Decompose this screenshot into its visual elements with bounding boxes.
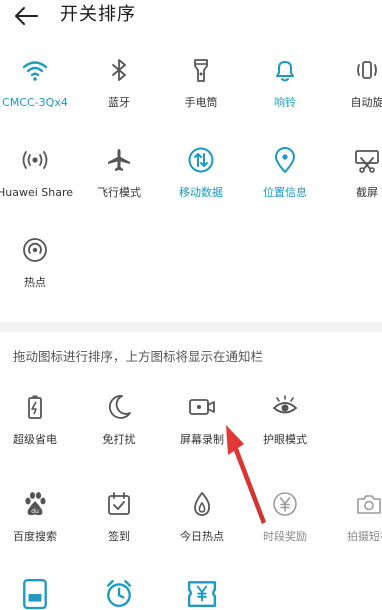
bell-icon bbox=[276, 61, 294, 82]
tile-auto-rotate[interactable]: 自动旋 bbox=[327, 56, 382, 110]
camera-icon bbox=[357, 495, 381, 514]
tile-partial-1[interactable] bbox=[0, 578, 75, 610]
tile-ring[interactable]: 响铃 bbox=[245, 56, 325, 110]
tile-label: 时段奖励 bbox=[263, 530, 307, 543]
screen-record-icon bbox=[189, 399, 215, 415]
tile-label: CMCC-3Qx4 bbox=[2, 96, 68, 109]
tile-label: 截屏 bbox=[356, 186, 378, 199]
auto-rotate-icon bbox=[357, 61, 377, 79]
tile-partial-3[interactable] bbox=[162, 578, 242, 608]
flame-icon bbox=[194, 492, 211, 516]
tile-label: 自动旋 bbox=[350, 96, 382, 109]
tile-label: 签到 bbox=[108, 530, 130, 543]
tile-label: 响铃 bbox=[274, 96, 296, 109]
tile-label: Huawei Share bbox=[0, 186, 74, 199]
tile-wifi[interactable]: CMCC-3Qx4 bbox=[0, 56, 75, 110]
tile-short-video[interactable]: 拍摄短视 bbox=[329, 490, 382, 544]
tile-location[interactable]: 位置信息 bbox=[245, 146, 325, 200]
tile-label: 免打扰 bbox=[102, 433, 136, 446]
tile-label: 拍摄短视 bbox=[347, 530, 382, 543]
tile-huawei-share[interactable]: Huawei Share bbox=[0, 146, 75, 200]
hotspot-icon bbox=[23, 238, 47, 262]
phone-card-icon bbox=[23, 578, 47, 610]
bluetooth-icon bbox=[112, 59, 126, 81]
tile-baidu-search[interactable]: du 百度搜索 bbox=[0, 490, 75, 544]
tile-label: 移动数据 bbox=[179, 186, 223, 199]
section-divider bbox=[0, 322, 382, 332]
tile-label: 屏幕录制 bbox=[180, 433, 224, 446]
eye-icon bbox=[272, 395, 298, 414]
tile-screen-record[interactable]: 屏幕录制 bbox=[162, 393, 242, 447]
tile-airplane[interactable]: 飞行模式 bbox=[79, 146, 159, 200]
baidu-paw-icon: du bbox=[25, 492, 46, 516]
tile-label: 飞行模式 bbox=[97, 186, 141, 199]
tile-check-in[interactable]: 签到 bbox=[79, 490, 159, 544]
tile-flashlight[interactable]: 手电筒 bbox=[161, 56, 241, 110]
tile-hotspot[interactable]: 热点 bbox=[0, 236, 75, 290]
wifi-icon bbox=[22, 61, 48, 81]
mobile-data-icon bbox=[188, 147, 214, 173]
tile-do-not-disturb[interactable]: 免打扰 bbox=[79, 393, 159, 447]
tile-label: 超级省电 bbox=[13, 433, 57, 446]
title-bar: 开关排序 bbox=[0, 0, 382, 36]
tile-screenshot[interactable]: 截屏 bbox=[327, 146, 382, 200]
moon-icon bbox=[108, 395, 131, 419]
location-icon bbox=[275, 147, 295, 173]
huawei-share-icon bbox=[22, 151, 48, 169]
yen-coin-icon bbox=[273, 492, 297, 516]
tile-time-reward[interactable]: 时段奖励 bbox=[245, 490, 325, 544]
battery-saver-icon bbox=[28, 395, 42, 419]
calendar-check-icon bbox=[108, 492, 130, 515]
tile-label: 今日热点 bbox=[180, 530, 224, 543]
svg-text:du: du bbox=[31, 508, 39, 515]
tile-label: 蓝牙 bbox=[108, 96, 130, 109]
tile-mobile-data[interactable]: 移动数据 bbox=[161, 146, 241, 200]
tile-today-hot[interactable]: 今日热点 bbox=[162, 490, 242, 544]
tile-label: 护眼模式 bbox=[263, 433, 307, 446]
tile-label: 位置信息 bbox=[263, 186, 307, 199]
tile-label: 手电筒 bbox=[184, 96, 218, 109]
tile-label: 热点 bbox=[24, 276, 46, 289]
flashlight-icon bbox=[194, 59, 208, 82]
tile-bluetooth[interactable]: 蓝牙 bbox=[79, 56, 159, 110]
airplane-icon bbox=[108, 149, 130, 171]
back-arrow-icon[interactable] bbox=[13, 5, 39, 27]
tile-battery-saver[interactable]: 超级省电 bbox=[0, 393, 75, 447]
tile-partial-2[interactable] bbox=[79, 578, 159, 608]
page-title: 开关排序 bbox=[60, 4, 136, 25]
tile-label: 百度搜索 bbox=[13, 530, 57, 543]
yen-ticket-icon bbox=[187, 581, 217, 608]
alarm-clock-icon bbox=[107, 580, 131, 608]
sort-hint: 拖动图标进行排序，上方图标将显示在通知栏 bbox=[13, 349, 264, 364]
tile-eye-comfort[interactable]: 护眼模式 bbox=[245, 393, 325, 447]
screenshot-icon bbox=[355, 150, 379, 173]
